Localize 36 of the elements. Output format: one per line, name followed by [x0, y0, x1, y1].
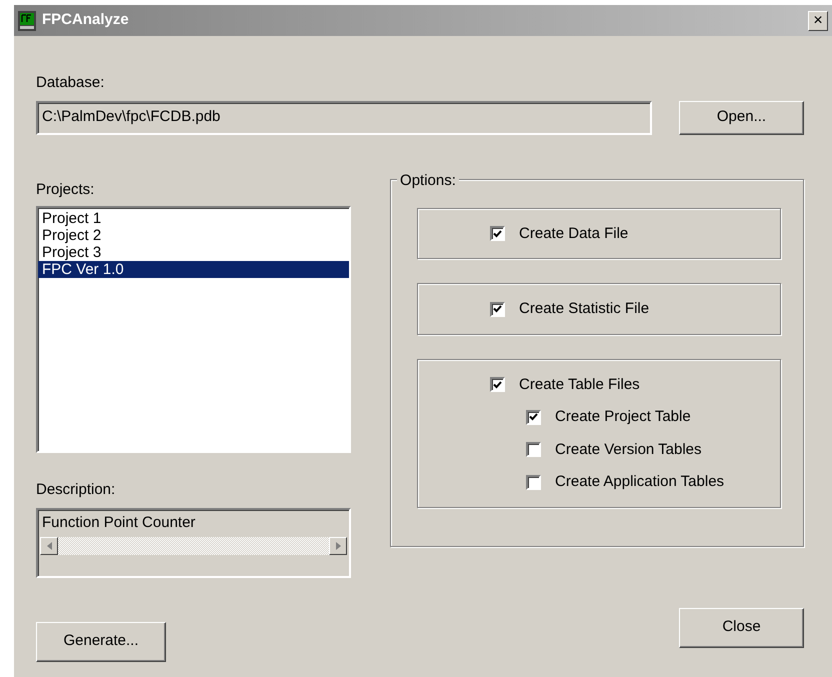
- checkbox[interactable]: [526, 474, 542, 490]
- projects-label: Projects:: [36, 180, 94, 200]
- description-field[interactable]: Function Point Counter: [36, 508, 352, 578]
- project-item[interactable]: FPC Ver 1.0: [38, 261, 350, 278]
- description-text: Function Point Counter: [41, 512, 196, 532]
- checkbox[interactable]: [490, 226, 506, 242]
- checkmark-icon: [493, 380, 502, 389]
- window-title: FPCAnalyze: [42, 10, 129, 30]
- generate-button[interactable]: Generate...: [36, 622, 166, 662]
- open-button[interactable]: Open...: [679, 100, 804, 134]
- app-icon: [18, 10, 36, 30]
- right-arrow-icon: [336, 542, 341, 550]
- left-arrow-icon: [46, 542, 52, 550]
- project-item[interactable]: Project 1: [38, 210, 350, 227]
- close-dialog-button[interactable]: Close: [679, 608, 804, 648]
- database-label: Database:: [36, 73, 104, 93]
- checkbox-label[interactable]: Create Project Table: [555, 406, 691, 428]
- description-label: Description:: [36, 480, 116, 500]
- checkbox-label[interactable]: Create Application Tables: [555, 471, 724, 494]
- checkbox[interactable]: [526, 410, 542, 425]
- checkbox-label[interactable]: Create Statistic File: [519, 298, 650, 320]
- database-path-field[interactable]: C:\PalmDev\fpc\FCDB.pdb: [36, 100, 652, 134]
- checkbox-label[interactable]: Create Table Files: [519, 374, 640, 396]
- close-button[interactable]: ×: [808, 10, 828, 30]
- project-item[interactable]: Project 2: [38, 227, 350, 244]
- checkbox[interactable]: [490, 302, 506, 317]
- scroll-right-button[interactable]: [329, 536, 348, 554]
- scroll-left-button[interactable]: [40, 536, 58, 554]
- checkmark-icon: [493, 305, 502, 314]
- checkbox[interactable]: [490, 377, 506, 392]
- checkbox-label[interactable]: Create Data File: [519, 222, 628, 245]
- project-item[interactable]: Project 3: [38, 244, 350, 261]
- checkmark-icon: [529, 413, 538, 422]
- checkbox[interactable]: [526, 442, 542, 458]
- checkmark-icon: [493, 230, 502, 238]
- checkbox-label[interactable]: Create Version Tables: [555, 438, 702, 461]
